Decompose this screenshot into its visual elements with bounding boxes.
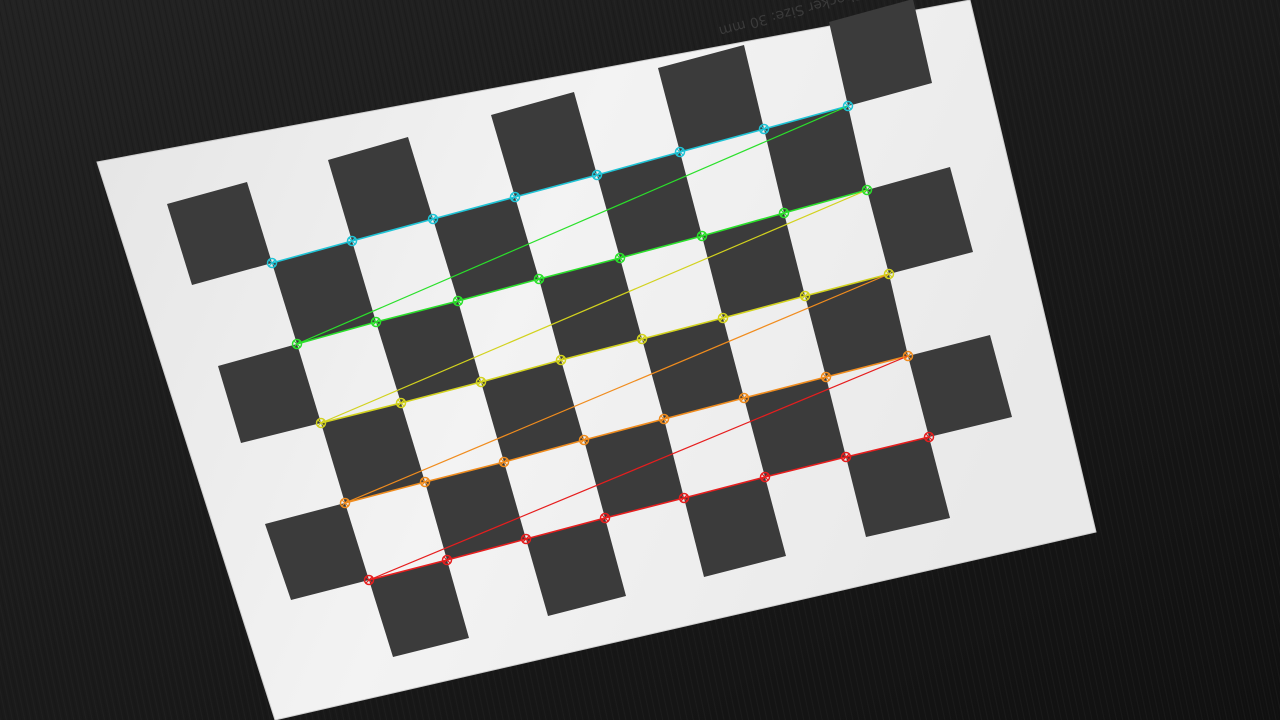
calibration-scene: Checker Size: 30 mm — [0, 0, 1280, 720]
